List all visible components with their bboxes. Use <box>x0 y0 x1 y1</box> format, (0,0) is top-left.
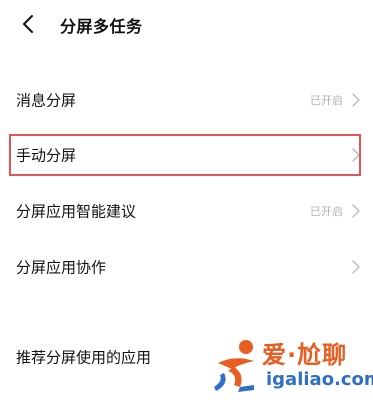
watermark-title: 爱·尬聊 <box>262 341 348 369</box>
settings-item-message-split[interactable]: 消息分屏 已开启 <box>0 72 373 128</box>
settings-item-label: 消息分屏 <box>16 91 77 110</box>
runner-logo-icon <box>214 340 254 392</box>
chevron-right-icon <box>352 148 360 162</box>
chevron-right-icon <box>352 93 360 107</box>
watermark-url: igaliao.com <box>266 369 373 390</box>
settings-item-app-collaboration[interactable]: 分屏应用协作 <box>0 239 373 295</box>
settings-item-manual-split[interactable]: 手动分屏 <box>0 127 373 183</box>
status-text: 已开启 <box>310 94 343 107</box>
settings-item-smart-suggestions[interactable]: 分屏应用智能建议 已开启 <box>0 183 373 239</box>
chevron-right-icon <box>352 204 360 218</box>
status-text: 已开启 <box>310 205 343 218</box>
header-bar: 分屏多任务 <box>0 0 373 48</box>
back-button[interactable] <box>14 10 42 38</box>
settings-item-label: 推荐分屏使用的应用 <box>16 348 152 367</box>
watermark: 爱·尬聊 igaliao.com <box>204 333 373 401</box>
settings-item-label: 分屏应用智能建议 <box>16 202 137 221</box>
page-title: 分屏多任务 <box>60 17 143 36</box>
chevron-right-icon <box>352 260 360 274</box>
settings-item-label: 分屏应用协作 <box>16 258 107 277</box>
settings-item-label: 手动分屏 <box>16 146 77 165</box>
chevron-left-icon <box>23 15 33 33</box>
